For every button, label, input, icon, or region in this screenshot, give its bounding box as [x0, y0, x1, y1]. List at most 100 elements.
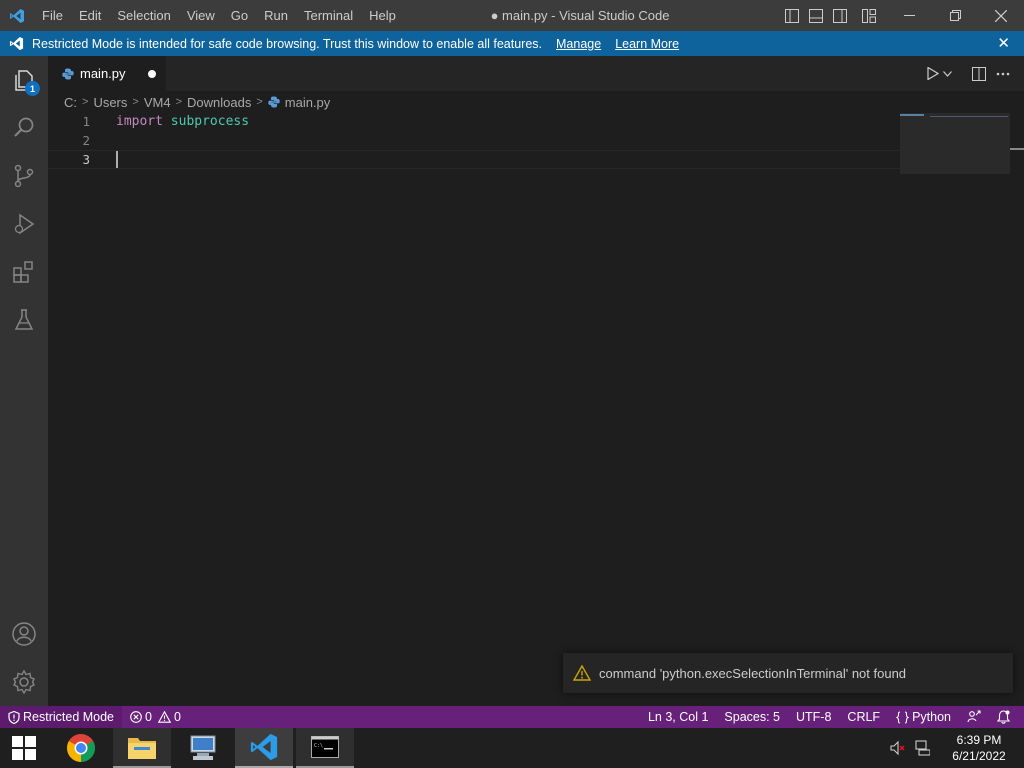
code-line-current[interactable]: 3 [48, 150, 900, 169]
vscode-logo-icon [0, 8, 34, 24]
taskbar-clock[interactable]: 6:39 PM 6/21/2022 [934, 732, 1024, 764]
menu-bar: File Edit Selection View Go Run Terminal… [34, 0, 404, 31]
feedback-icon[interactable] [959, 706, 989, 728]
tab-main-py[interactable]: main.py [48, 56, 166, 91]
keyword-token: import [116, 114, 163, 129]
learn-more-link[interactable]: Learn More [615, 37, 679, 51]
customize-layout-icon[interactable] [852, 0, 886, 31]
indentation[interactable]: Spaces: 5 [716, 706, 788, 728]
end-of-line[interactable]: CRLF [839, 706, 888, 728]
language-label: Python [912, 710, 951, 724]
manage-link[interactable]: Manage [556, 37, 601, 51]
restore-icon[interactable] [932, 0, 978, 31]
line-number: 3 [82, 152, 90, 167]
minimize-icon[interactable] [886, 0, 932, 31]
menu-help[interactable]: Help [361, 0, 404, 31]
file-explorer-icon[interactable] [113, 728, 171, 768]
command-prompt-icon[interactable]: C:\ [296, 728, 354, 768]
breadcrumb-item[interactable]: C: [64, 95, 77, 110]
restricted-mode-indicator[interactable]: Restricted Mode [0, 706, 123, 728]
line-number: 2 [82, 133, 90, 148]
vscode-icon[interactable] [235, 728, 293, 768]
accounts-icon[interactable] [0, 610, 48, 658]
breadcrumb-item[interactable]: VM4 [144, 95, 171, 110]
text-cursor [116, 151, 118, 168]
toggle-secondary-sidebar-icon[interactable] [828, 0, 852, 31]
chevron-right-icon: > [132, 96, 139, 108]
menu-go[interactable]: Go [223, 0, 256, 31]
menu-selection[interactable]: Selection [109, 0, 178, 31]
chevron-right-icon: > [175, 96, 182, 108]
activity-bar: 1 [0, 56, 48, 706]
source-control-icon[interactable] [0, 152, 48, 200]
braces-icon [896, 710, 910, 724]
manage-gear-icon[interactable] [0, 658, 48, 706]
minimap-line [930, 116, 1008, 117]
menu-edit[interactable]: Edit [71, 0, 109, 31]
warning-count: 0 [173, 710, 181, 724]
breadcrumb-item[interactable]: main.py [285, 95, 331, 110]
restricted-mode-label: Restricted Mode [23, 710, 115, 724]
notification-toast: command 'python.execSelectionInTerminal'… [563, 653, 1013, 693]
breadcrumb-item[interactable]: Downloads [187, 95, 251, 110]
code-line[interactable]: 2 [48, 131, 900, 150]
volume-muted-icon[interactable] [886, 728, 910, 768]
clock-date: 6/21/2022 [952, 749, 1006, 763]
testing-icon[interactable] [0, 296, 48, 344]
menu-file[interactable]: File [34, 0, 71, 31]
breadcrumb-item[interactable]: Users [93, 95, 127, 110]
run-debug-icon[interactable] [0, 200, 48, 248]
menu-view[interactable]: View [179, 0, 223, 31]
notifications-bell-icon[interactable] [989, 706, 1018, 728]
notification-message: command 'python.execSelectionInTerminal'… [599, 665, 907, 681]
python-file-icon [268, 96, 280, 108]
run-python-file-icon[interactable] [927, 67, 952, 80]
windows-taskbar: C:\ 6:39 PM 6/21/2022 [0, 728, 1024, 768]
menu-run[interactable]: Run [256, 0, 296, 31]
breadcrumb: C: > Users > VM4 > Downloads > main.py [64, 92, 330, 112]
tab-bar: main.py [48, 56, 1024, 91]
status-bar: Restricted Mode 0 0 Ln 3, Col 1 Spaces: … [0, 706, 1024, 728]
minimap[interactable] [900, 113, 1010, 174]
split-editor-icon[interactable] [972, 66, 986, 81]
close-icon[interactable] [978, 0, 1024, 31]
network-computer-icon[interactable] [174, 728, 232, 768]
python-file-icon [62, 68, 74, 80]
chrome-icon[interactable] [52, 728, 110, 768]
scrollbar-marker[interactable] [1010, 148, 1024, 150]
windows-start-icon[interactable] [0, 728, 48, 768]
clock-time: 6:39 PM [956, 733, 1002, 747]
chevron-right-icon: > [256, 96, 263, 108]
unsaved-dot-icon[interactable] [148, 70, 156, 78]
svg-text:C:\: C:\ [314, 743, 323, 749]
extensions-icon[interactable] [0, 248, 48, 296]
language-mode[interactable]: Python [888, 706, 959, 728]
menu-terminal[interactable]: Terminal [296, 0, 361, 31]
chevron-right-icon: > [82, 96, 89, 108]
encoding[interactable]: UTF-8 [788, 706, 839, 728]
shield-icon [8, 710, 20, 724]
toggle-primary-sidebar-icon[interactable] [780, 0, 804, 31]
title-bar: File Edit Selection View Go Run Terminal… [0, 0, 1024, 31]
banner-close-icon[interactable]: ✕ [997, 34, 1010, 52]
module-token: subprocess [170, 114, 250, 129]
cursor-position[interactable]: Ln 3, Col 1 [640, 706, 716, 728]
window-title: ● main.py - Visual Studio Code [490, 8, 670, 23]
code-editor[interactable]: 1 import subprocess 2 3 [48, 112, 900, 169]
warning-icon [157, 711, 171, 723]
vscode-logo-icon [0, 36, 32, 51]
line-number: 1 [82, 114, 90, 129]
minimap-line [900, 114, 924, 116]
more-actions-icon[interactable] [996, 72, 1010, 76]
problems-indicator[interactable]: 0 0 [122, 706, 189, 728]
search-icon[interactable] [0, 104, 48, 152]
explorer-icon[interactable]: 1 [0, 56, 48, 104]
toggle-panel-icon[interactable] [804, 0, 828, 31]
explorer-badge: 1 [25, 81, 40, 96]
editor-area: main.py C: > Users > VM4 > Downloads > m [48, 56, 1024, 706]
code-line[interactable]: 1 import subprocess [48, 112, 900, 131]
network-icon[interactable] [910, 728, 934, 768]
error-icon [130, 711, 142, 723]
banner-message: Restricted Mode is intended for safe cod… [32, 36, 542, 51]
warning-icon [573, 665, 591, 681]
